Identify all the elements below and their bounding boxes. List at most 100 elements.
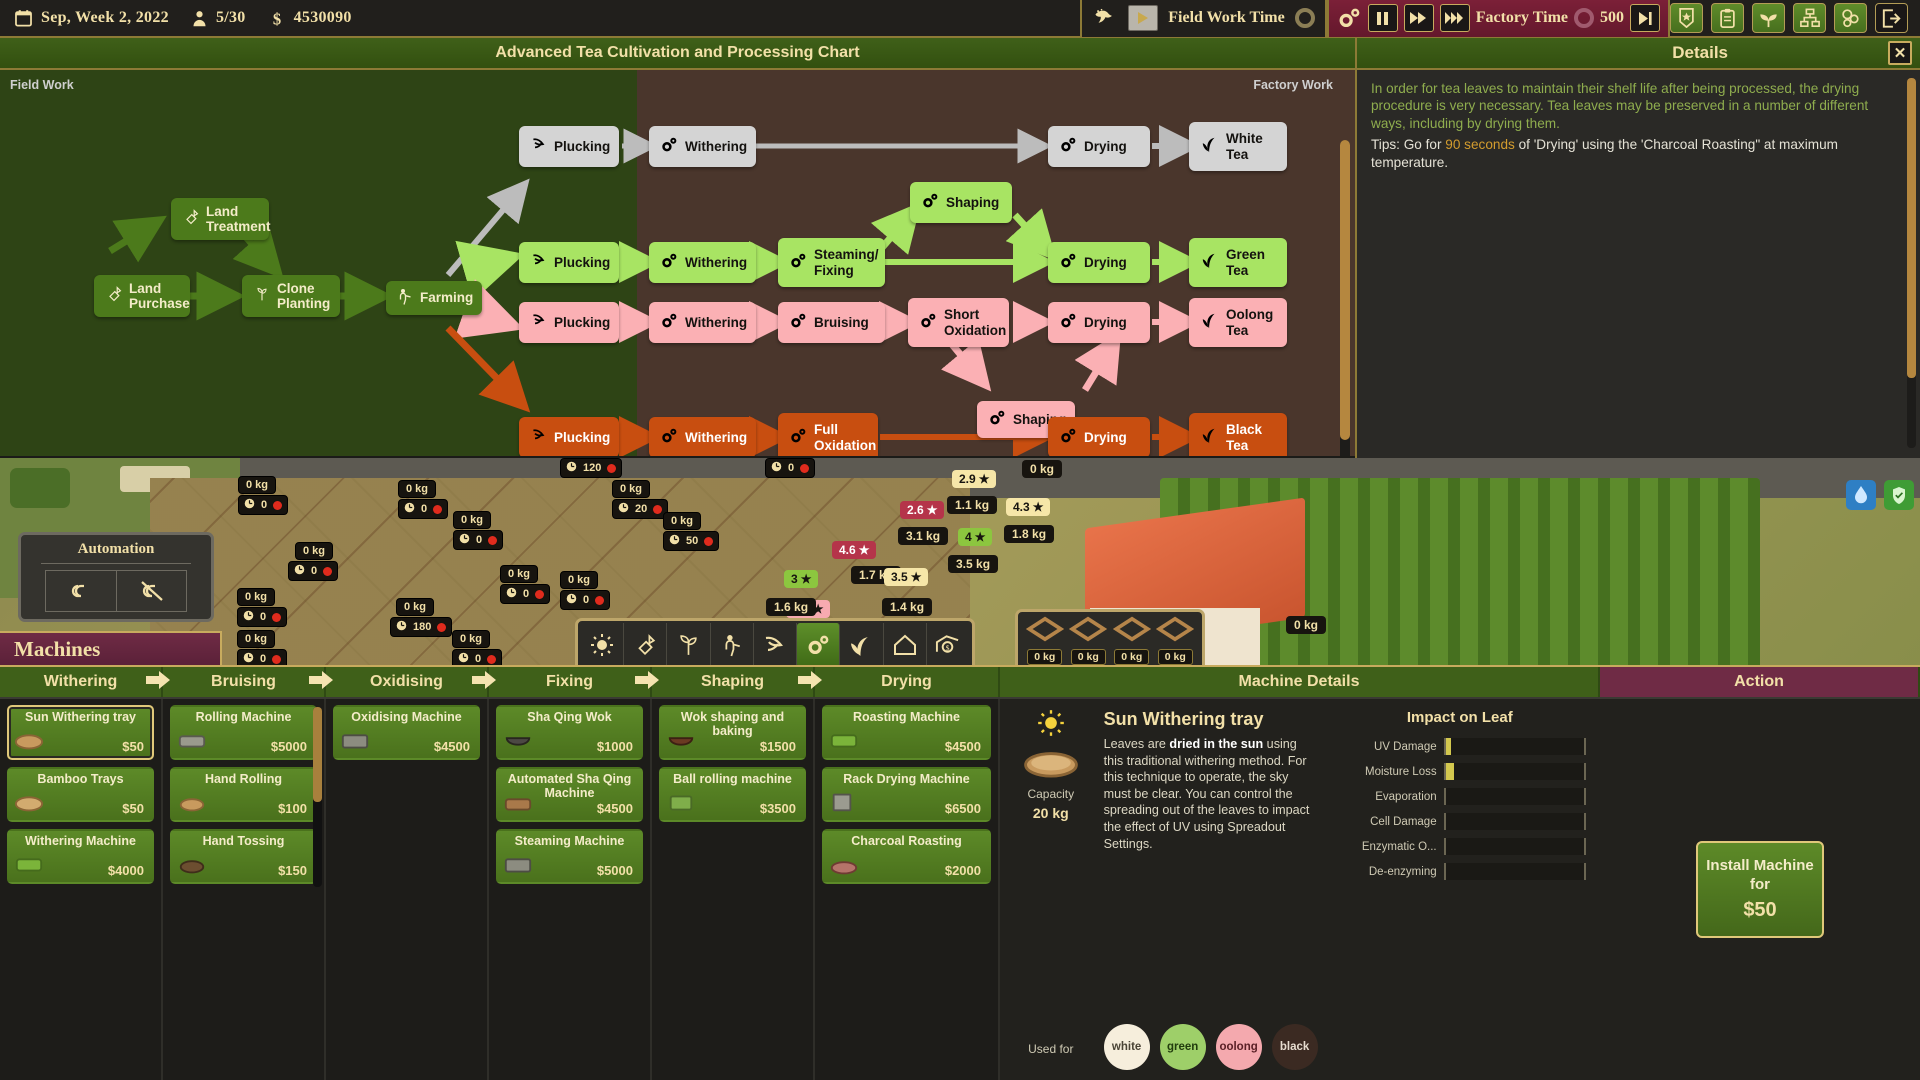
shield-check-icon[interactable] xyxy=(1884,480,1914,510)
harvest-icon[interactable] xyxy=(754,623,797,667)
machine-card-ball-rolling-machine[interactable]: Ball rolling machine $3500 xyxy=(659,767,806,822)
chart-node-white-tea[interactable]: White Tea xyxy=(1189,122,1287,171)
machine-weight-tag: 0 kg xyxy=(295,542,333,560)
crate-slot[interactable]: 0 kg xyxy=(1113,616,1151,665)
category-header-bruising[interactable]: Bruising xyxy=(163,667,326,697)
chart-node-plucking-oolong[interactable]: Plucking xyxy=(519,302,619,343)
tea-type-green[interactable]: green xyxy=(1160,1024,1206,1070)
category-header-oxidising[interactable]: Oxidising xyxy=(326,667,489,697)
install-machine-button[interactable]: Install Machine for $50 xyxy=(1696,841,1824,939)
category-header-shaping[interactable]: Shaping xyxy=(652,667,815,697)
chart-node-short-oxidation[interactable]: Short Oxidation xyxy=(908,298,1009,347)
weather-sun-icon[interactable] xyxy=(581,623,624,667)
machine-name: Withering Machine xyxy=(15,834,146,848)
chart-node-black-tea[interactable]: Black Tea xyxy=(1189,413,1287,456)
chart-node-withering-green[interactable]: Withering xyxy=(649,242,756,283)
impact-label: Enzymatic O... xyxy=(1334,841,1444,853)
chart-node-plucking-green[interactable]: Plucking xyxy=(519,242,619,283)
details-scrollbar[interactable] xyxy=(1907,78,1916,448)
chart-node-withering-oolong[interactable]: Withering xyxy=(649,302,756,343)
machine-card-sun-withering-tray[interactable]: Sun Withering tray $50 xyxy=(7,705,154,760)
chart-node-drying-oolong[interactable]: Drying xyxy=(1048,302,1150,343)
factory-time-dial[interactable] xyxy=(1574,8,1594,28)
skip-to-end-button[interactable] xyxy=(1630,4,1660,32)
plant-icon[interactable] xyxy=(667,623,710,667)
field-time-dial[interactable] xyxy=(1295,8,1315,28)
category-header-fixing[interactable]: Fixing xyxy=(489,667,652,697)
chart-node-oolong-tea[interactable]: Oolong Tea xyxy=(1189,298,1287,347)
machine-details-center: Sun Withering tray Leaves are dried in t… xyxy=(1104,709,1318,1070)
node-label: Steaming/ Fixing xyxy=(814,247,879,277)
chart-node-land-treatment[interactable]: Land Treatment xyxy=(171,198,269,240)
quality-tag: 2.9 ★ xyxy=(952,470,996,488)
chart-vertical-scrollbar[interactable] xyxy=(1340,140,1350,456)
machines-tab[interactable]: Machines xyxy=(0,631,222,665)
column-scrollbar[interactable] xyxy=(313,707,322,887)
chart-node-full-oxidation[interactable]: Full Oxidation xyxy=(778,413,878,456)
weight-tag: 0 kg xyxy=(1286,616,1326,634)
link-chain-icon[interactable] xyxy=(46,571,116,611)
unlink-chain-icon[interactable] xyxy=(116,571,186,611)
trowel-icon[interactable] xyxy=(624,623,667,667)
worker-icon[interactable] xyxy=(711,623,754,667)
machine-card-charcoal-roasting[interactable]: Charcoal Roasting $2000 xyxy=(822,829,991,884)
chart-node-plucking-black[interactable]: Plucking xyxy=(519,417,619,456)
machine-card-bamboo-trays[interactable]: Bamboo Trays $50 xyxy=(7,767,154,822)
machine-card-withering-machine[interactable]: Withering Machine $4000 xyxy=(7,829,154,884)
tea-type-oolong[interactable]: oolong xyxy=(1216,1024,1262,1070)
chart-node-bruising[interactable]: Bruising xyxy=(778,302,885,343)
machine-card-sha-qing-wok[interactable]: Sha Qing Wok $1000 xyxy=(496,705,643,760)
close-icon[interactable]: ✕ xyxy=(1888,41,1912,65)
chart-node-clone-planting[interactable]: Clone Planting xyxy=(242,275,340,317)
node-label: Short Oxidation xyxy=(944,307,1006,337)
install-label: Install Machine for xyxy=(1704,857,1816,895)
machine-card-rolling-machine[interactable]: Rolling Machine $5000 xyxy=(170,705,317,760)
chart-node-drying-green[interactable]: Drying xyxy=(1048,242,1150,283)
machine-card-automated-sha-qing-machine[interactable]: Automated Sha Qing Machine $4500 xyxy=(496,767,643,822)
gears-icon[interactable] xyxy=(797,623,840,667)
chart-node-drying-white[interactable]: Drying xyxy=(1048,126,1150,167)
exit-icon[interactable] xyxy=(1875,3,1908,33)
chart-node-land-purchase[interactable]: Land Purchase xyxy=(94,275,190,317)
chart-node-farming[interactable]: Farming xyxy=(386,281,482,315)
machine-card-hand-tossing[interactable]: Hand Tossing $150 xyxy=(170,829,317,884)
chevron-right-icon xyxy=(307,669,335,696)
banner-award-icon[interactable] xyxy=(1670,3,1703,33)
machine-card-hand-rolling[interactable]: Hand Rolling $100 xyxy=(170,767,317,822)
house-icon[interactable] xyxy=(884,623,927,667)
chart-canvas[interactable]: Field Work Factory Work xyxy=(0,70,1355,456)
sprout-icon[interactable] xyxy=(1752,3,1785,33)
chart-node-steaming-fixing[interactable]: Steaming/ Fixing xyxy=(778,238,885,287)
water-drop-icon[interactable] xyxy=(1846,480,1876,510)
very-fast-forward-button[interactable] xyxy=(1440,4,1470,32)
category-header-withering[interactable]: Withering xyxy=(0,667,163,697)
play-button[interactable] xyxy=(1128,5,1158,31)
molecule-icon[interactable] xyxy=(1834,3,1867,33)
machine-card-oxidising-machine[interactable]: Oxidising Machine $4500 xyxy=(333,705,480,760)
machine-card-wok-shaping-and-baking[interactable]: Wok shaping and baking $1500 xyxy=(659,705,806,760)
machine-card-roasting-machine[interactable]: Roasting Machine $4500 xyxy=(822,705,991,760)
gear-icon xyxy=(920,313,937,332)
machine-column-fixing: Sha Qing Wok $1000 Automated Sha Qing Ma… xyxy=(489,699,652,1080)
finance-icon[interactable]: $ xyxy=(927,623,969,667)
machine-card-rack-drying-machine[interactable]: Rack Drying Machine $6500 xyxy=(822,767,991,822)
chart-node-withering-white[interactable]: Withering xyxy=(649,126,756,167)
chart-node-plucking-white[interactable]: Plucking xyxy=(519,126,619,167)
chart-node-shaping-green[interactable]: Shaping xyxy=(910,182,1012,223)
crate-slot[interactable]: 0 kg xyxy=(1069,616,1107,665)
category-header-drying[interactable]: Drying xyxy=(815,667,1000,697)
crate-slot[interactable]: 0 kg xyxy=(1156,616,1194,665)
chart-node-drying-black[interactable]: Drying xyxy=(1048,417,1150,456)
leaves-icon[interactable] xyxy=(840,623,883,667)
clipboard-icon[interactable] xyxy=(1711,3,1744,33)
fast-forward-button[interactable] xyxy=(1404,4,1434,32)
crate-slot[interactable]: 0 kg xyxy=(1026,616,1064,665)
pause-button[interactable] xyxy=(1368,4,1398,32)
machine-card-steaming-machine[interactable]: Steaming Machine $5000 xyxy=(496,829,643,884)
org-chart-icon[interactable] xyxy=(1793,3,1826,33)
tea-type-black[interactable]: black xyxy=(1272,1024,1318,1070)
chart-node-withering-black[interactable]: Withering xyxy=(649,417,756,456)
tea-type-white[interactable]: white xyxy=(1104,1024,1150,1070)
impact-bar-track xyxy=(1444,838,1586,855)
chart-node-green-tea[interactable]: Green Tea xyxy=(1189,238,1287,287)
